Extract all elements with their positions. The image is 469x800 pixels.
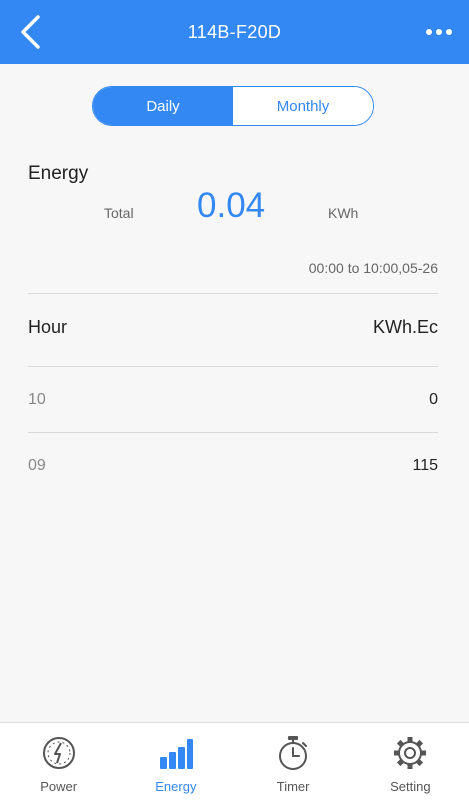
energy-heading: Energy — [28, 163, 89, 184]
table-row: 09 115 — [28, 449, 438, 483]
tab-setting[interactable]: Setting — [352, 723, 469, 800]
tab-power-label: Power — [40, 779, 78, 794]
column-hour: Hour — [28, 316, 68, 337]
bar-chart-icon — [158, 735, 194, 771]
energy-unit: KWh — [328, 205, 359, 221]
divider — [28, 293, 438, 294]
row-hour: 09 — [28, 457, 46, 474]
total-label: Total — [104, 205, 134, 221]
table-header: Hour KWh.Ec — [28, 310, 438, 344]
tab-daily[interactable]: Daily — [93, 87, 233, 125]
bottom-tab-bar: Power Energy Timer Setting — [0, 722, 469, 800]
time-range: 00:00 to 10:00,05-26 — [308, 260, 438, 276]
tab-monthly[interactable]: Monthly — [233, 87, 373, 125]
column-value: KWh.Ec — [372, 316, 438, 337]
top-bar: 114B-F20D — [0, 0, 469, 64]
stopwatch-icon — [275, 735, 311, 771]
tab-energy[interactable]: Energy — [117, 723, 234, 800]
row-value: 115 — [412, 457, 438, 474]
table-row: 10 0 — [28, 383, 438, 417]
back-button[interactable] — [10, 12, 50, 52]
row-hour: 10 — [28, 391, 46, 408]
tab-timer[interactable]: Timer — [235, 723, 352, 800]
tab-energy-label: Energy — [155, 779, 197, 794]
tab-setting-label: Setting — [390, 779, 431, 794]
power-gauge-icon — [41, 735, 77, 771]
tab-timer-label: Timer — [276, 779, 310, 794]
row-value: 0 — [429, 391, 438, 408]
period-segmented-control: Daily Monthly — [92, 86, 374, 126]
more-horizontal-icon — [426, 29, 432, 35]
total-energy-value: 0.04 — [197, 186, 266, 225]
device-title: 114B-F20D — [187, 21, 282, 42]
gear-icon — [392, 735, 428, 771]
chevron-left-icon — [21, 15, 40, 49]
more-button[interactable] — [421, 16, 457, 48]
divider — [28, 366, 438, 367]
tab-power[interactable]: Power — [0, 723, 117, 800]
divider — [28, 432, 438, 433]
